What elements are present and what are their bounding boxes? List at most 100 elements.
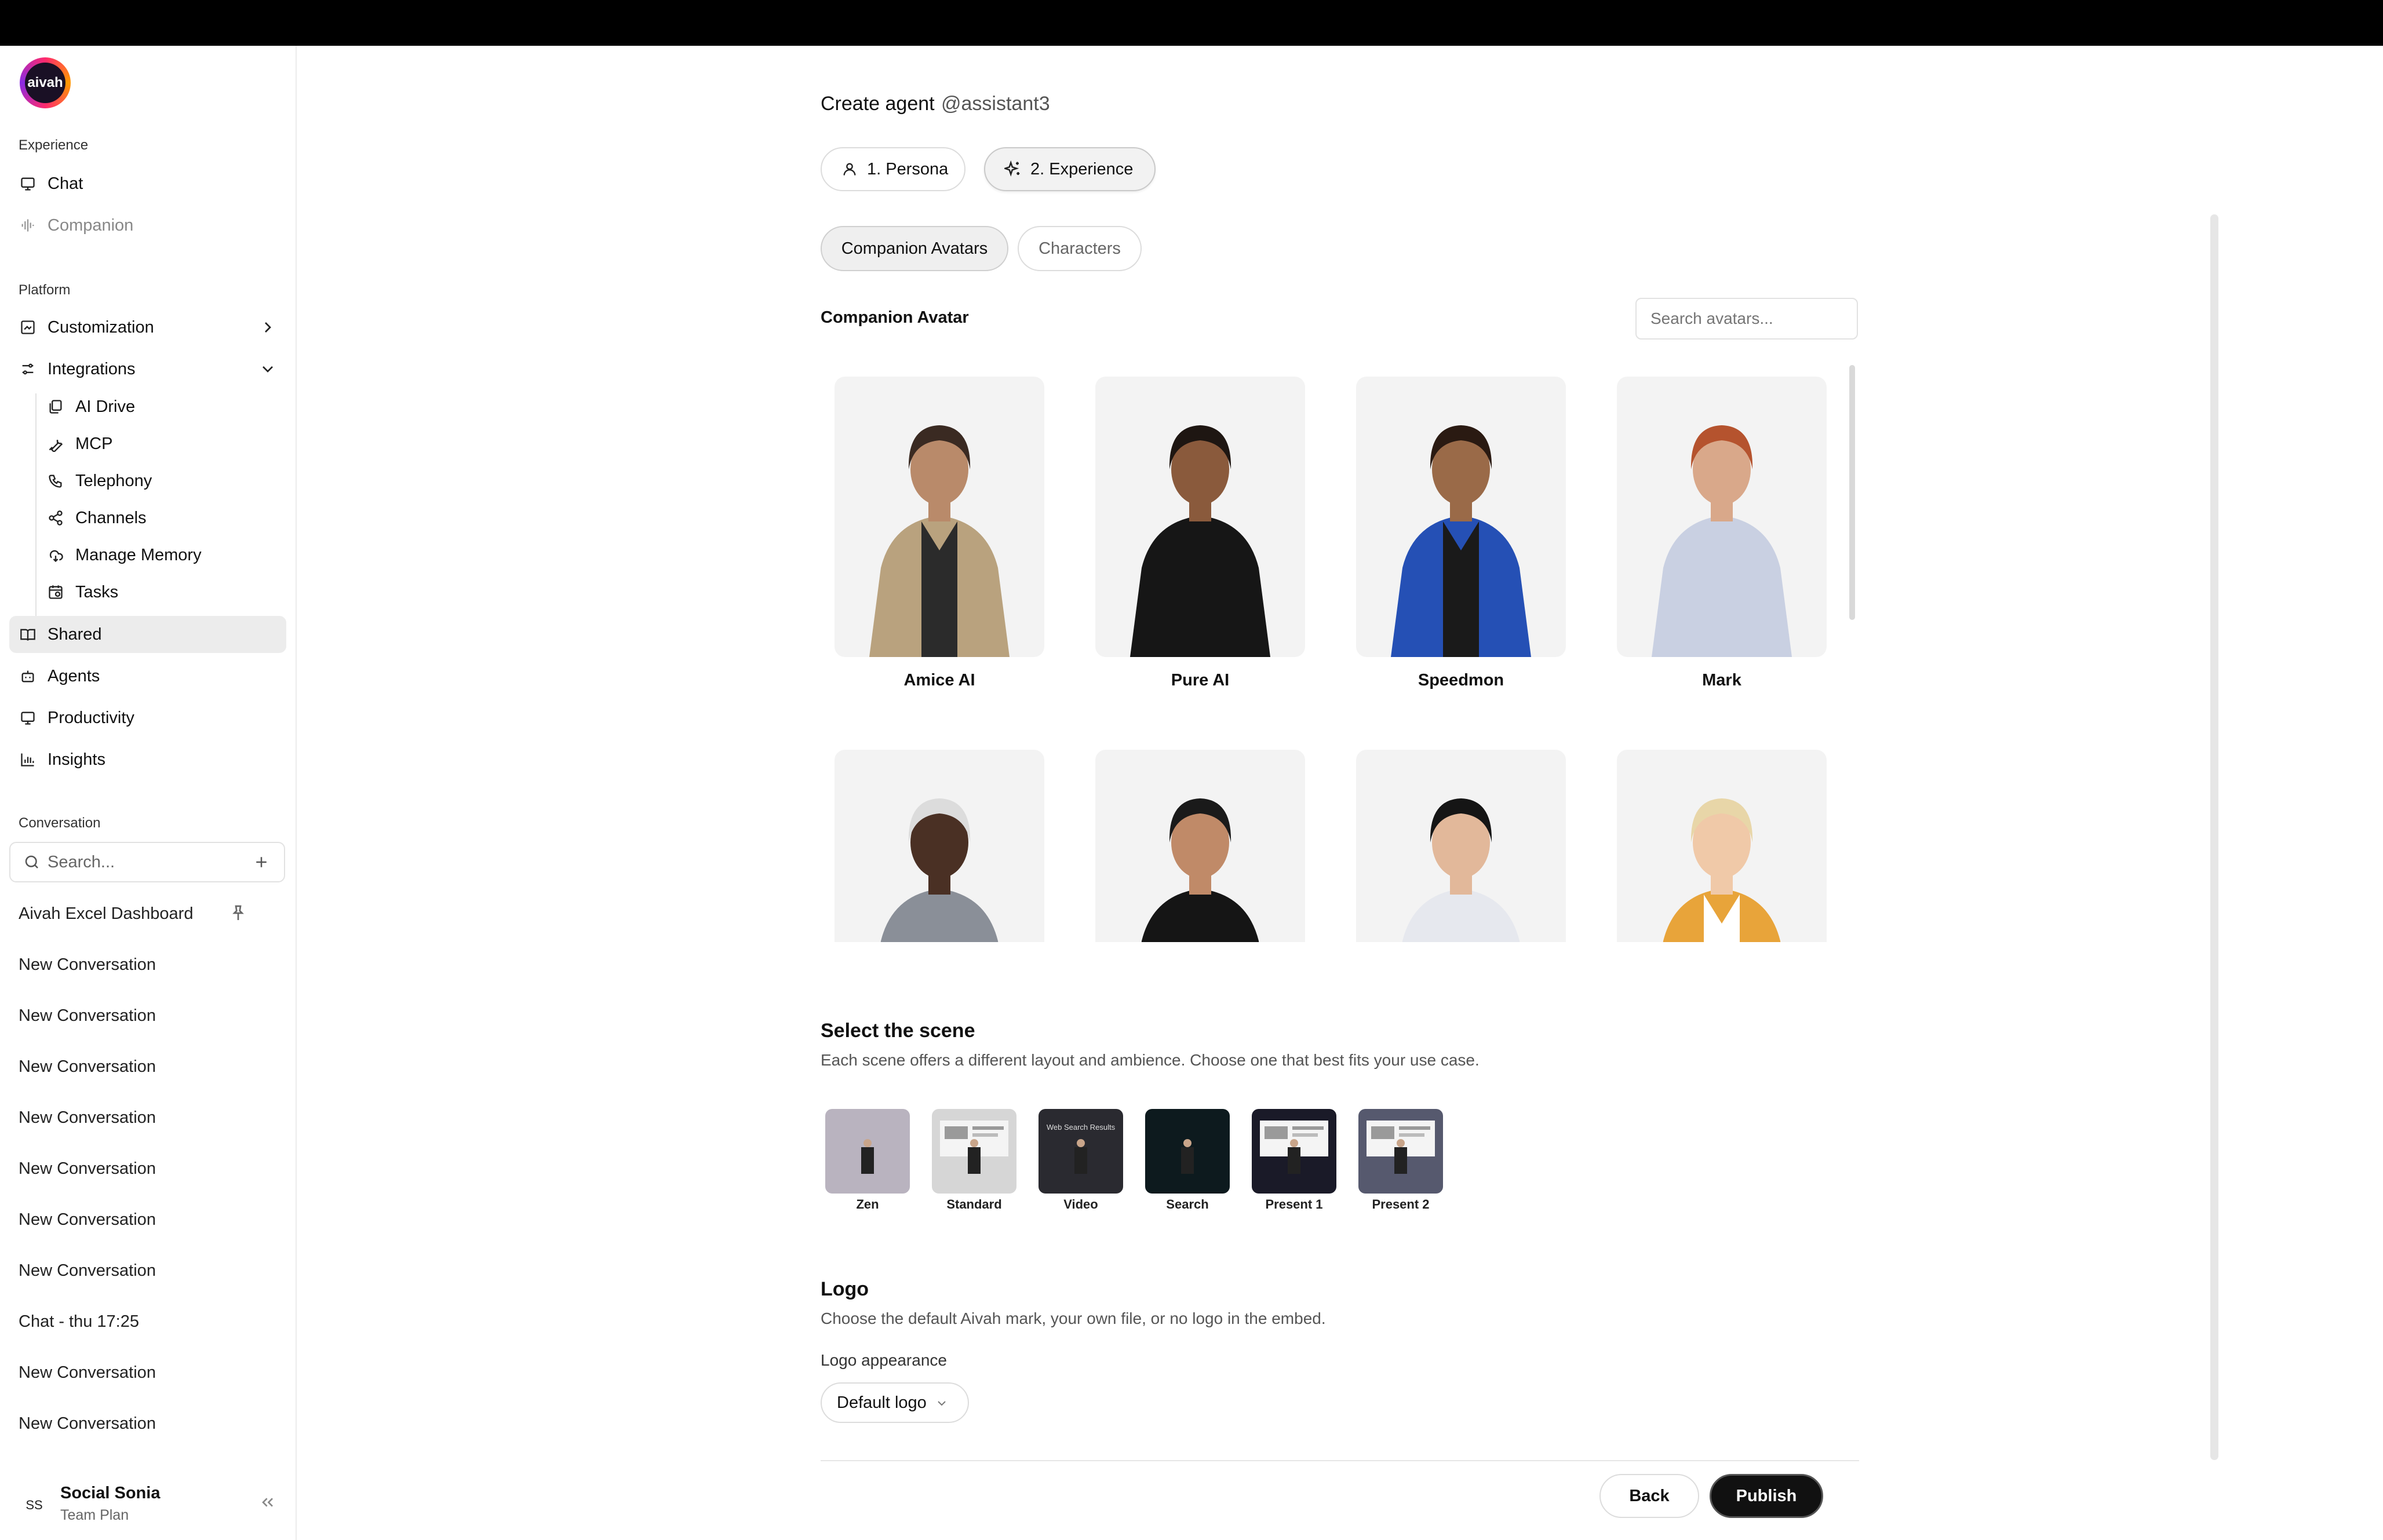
sidebar-item-label: Insights [48, 750, 105, 769]
sidebar-subitem-label: Channels [75, 508, 147, 527]
scene-description: Each scene offers a different layout and… [821, 1051, 1480, 1069]
sidebar-item-companion[interactable]: Companion [9, 207, 286, 244]
page-scrollbar[interactable] [2210, 214, 2218, 1460]
sidebar-item-label: Agents [48, 666, 100, 685]
waveform-icon [19, 216, 37, 235]
sidebar-subitem-label: Telephony [75, 471, 152, 490]
sidebar-item-chat[interactable]: Chat [9, 165, 286, 202]
phone-icon [46, 472, 65, 490]
scene-option-present-1[interactable] [1252, 1109, 1336, 1194]
chevron-down-icon [258, 360, 277, 378]
collapse-sidebar-icon[interactable] [258, 1493, 278, 1513]
conversation-search-input[interactable]: Search... [48, 853, 115, 872]
monitor-icon [19, 709, 37, 727]
logo-field-label: Logo appearance [821, 1351, 947, 1369]
avatar-name: Amice AI [903, 671, 975, 689]
user-name[interactable]: Social Sonia [60, 1484, 160, 1503]
conversation-item[interactable]: New Conversation [19, 1363, 156, 1382]
sidebar-item-insights[interactable]: Insights [9, 741, 286, 778]
sidebar-item-integrations[interactable]: Integrations [9, 351, 286, 388]
conversation-item[interactable]: Aivah Excel Dashboard [19, 904, 193, 924]
avatar-card[interactable] [1095, 377, 1305, 657]
conversation-item[interactable]: New Conversation [19, 1210, 156, 1229]
scene-caption: Web Search Results [1046, 1123, 1116, 1132]
avatar-card[interactable] [1356, 377, 1566, 657]
monitor-icon [19, 174, 37, 193]
sidebar-item-mcp[interactable]: MCP [36, 426, 286, 461]
back-button[interactable]: Back [1599, 1474, 1699, 1518]
scene-label: Zen [856, 1197, 879, 1211]
avatar-card[interactable] [835, 377, 1044, 657]
footer-divider [821, 1460, 1859, 1461]
scene-option-video[interactable]: Web Search Results [1039, 1109, 1123, 1194]
sidebar-item-ai-drive[interactable]: AI Drive [36, 389, 286, 424]
step-experience[interactable]: 2. Experience [984, 147, 1156, 191]
step-persona[interactable]: 1. Persona [821, 147, 965, 191]
conversation-item[interactable]: New Conversation [19, 1006, 156, 1026]
avatar-figure [1663, 798, 1781, 942]
share-icon [46, 509, 65, 527]
conversation-item[interactable]: New Conversation [19, 1057, 156, 1076]
sidebar-subitem-label: MCP [75, 434, 113, 453]
scene-thumbnail [1074, 1139, 1087, 1174]
avatar-card[interactable] [835, 750, 1044, 942]
sidebar-item-productivity[interactable]: Productivity [9, 699, 286, 736]
scene-option-present-2[interactable] [1358, 1109, 1443, 1194]
sidebar-item-shared[interactable]: Shared [9, 616, 286, 653]
conversation-item[interactable]: Chat - thu 17:25 [19, 1312, 139, 1331]
files-icon [46, 397, 65, 416]
avatar-name: Mark [1702, 671, 1741, 689]
sidebar-item-label: Chat [48, 174, 83, 193]
avatar-card[interactable] [1356, 750, 1566, 942]
scene-label: Present 2 [1372, 1197, 1430, 1211]
agent-handle: @assistant3 [941, 93, 1050, 115]
avatar-figure [1141, 798, 1259, 942]
scene-option-search[interactable] [1145, 1109, 1230, 1194]
sidebar-item-telephony[interactable]: Telephony [36, 464, 286, 498]
conversation-search[interactable]: Search... [9, 842, 285, 882]
avatar-figure [1652, 425, 1792, 657]
companion-avatar-label: Companion Avatar [821, 308, 969, 327]
user-plan: Team Plan [60, 1507, 129, 1523]
avatar-figure [1402, 798, 1520, 942]
tab-characters[interactable]: Characters [1018, 226, 1142, 271]
user-avatar[interactable]: SS [17, 1488, 51, 1522]
chevron-down-icon [935, 1396, 949, 1410]
avatar-card[interactable] [1095, 750, 1305, 942]
scene-option-zen[interactable] [825, 1109, 910, 1194]
avatar-card[interactable] [1617, 750, 1827, 942]
conversation-item[interactable]: New Conversation [19, 1414, 156, 1433]
conversation-item[interactable]: New Conversation [19, 1261, 156, 1280]
tab-companion-avatars[interactable]: Companion Avatars [821, 226, 1008, 271]
sidebar-item-label: Companion [48, 216, 134, 235]
conversation-item[interactable]: New Conversation [19, 955, 156, 975]
avatar-search-input[interactable] [1635, 298, 1858, 340]
conversation-item[interactable]: New Conversation [19, 1108, 156, 1127]
pin-icon[interactable] [229, 904, 249, 924]
avatar-card[interactable] [1617, 377, 1827, 657]
scene-thumbnail [1367, 1121, 1435, 1174]
conversation-item[interactable]: New Conversation [19, 1159, 156, 1178]
logo-appearance-select[interactable]: Default logo [821, 1382, 969, 1423]
sidebar-item-customization[interactable]: Customization [9, 309, 286, 346]
app-logo[interactable]: aivah [20, 57, 71, 108]
sidebar-subitem-label: Tasks [75, 582, 119, 601]
avatar-name: Pure AI [1171, 671, 1230, 689]
sidebar-item-tasks[interactable]: Tasks [36, 575, 286, 610]
sidebar-subitem-label: AI Drive [75, 397, 136, 416]
plus-icon[interactable] [253, 853, 270, 871]
scene-label: Present 1 [1265, 1197, 1323, 1211]
page-title: Create agent [821, 93, 935, 115]
cloud-sync-icon [46, 546, 65, 564]
section-label-conversation: Conversation [19, 815, 101, 831]
scene-option-standard[interactable] [932, 1109, 1016, 1194]
sidebar-item-agents[interactable]: Agents [9, 658, 286, 695]
sidebar-item-manage-memory[interactable]: Manage Memory [36, 538, 286, 572]
avatar-grid-scrollbar[interactable] [1849, 365, 1855, 620]
scene-label: Video [1063, 1197, 1098, 1211]
sparkles-icon [1004, 160, 1022, 178]
publish-button[interactable]: Publish [1710, 1474, 1823, 1518]
logo-description: Choose the default Aivah mark, your own … [821, 1309, 1326, 1327]
user-icon [840, 160, 859, 178]
sidebar-item-channels[interactable]: Channels [36, 501, 286, 535]
